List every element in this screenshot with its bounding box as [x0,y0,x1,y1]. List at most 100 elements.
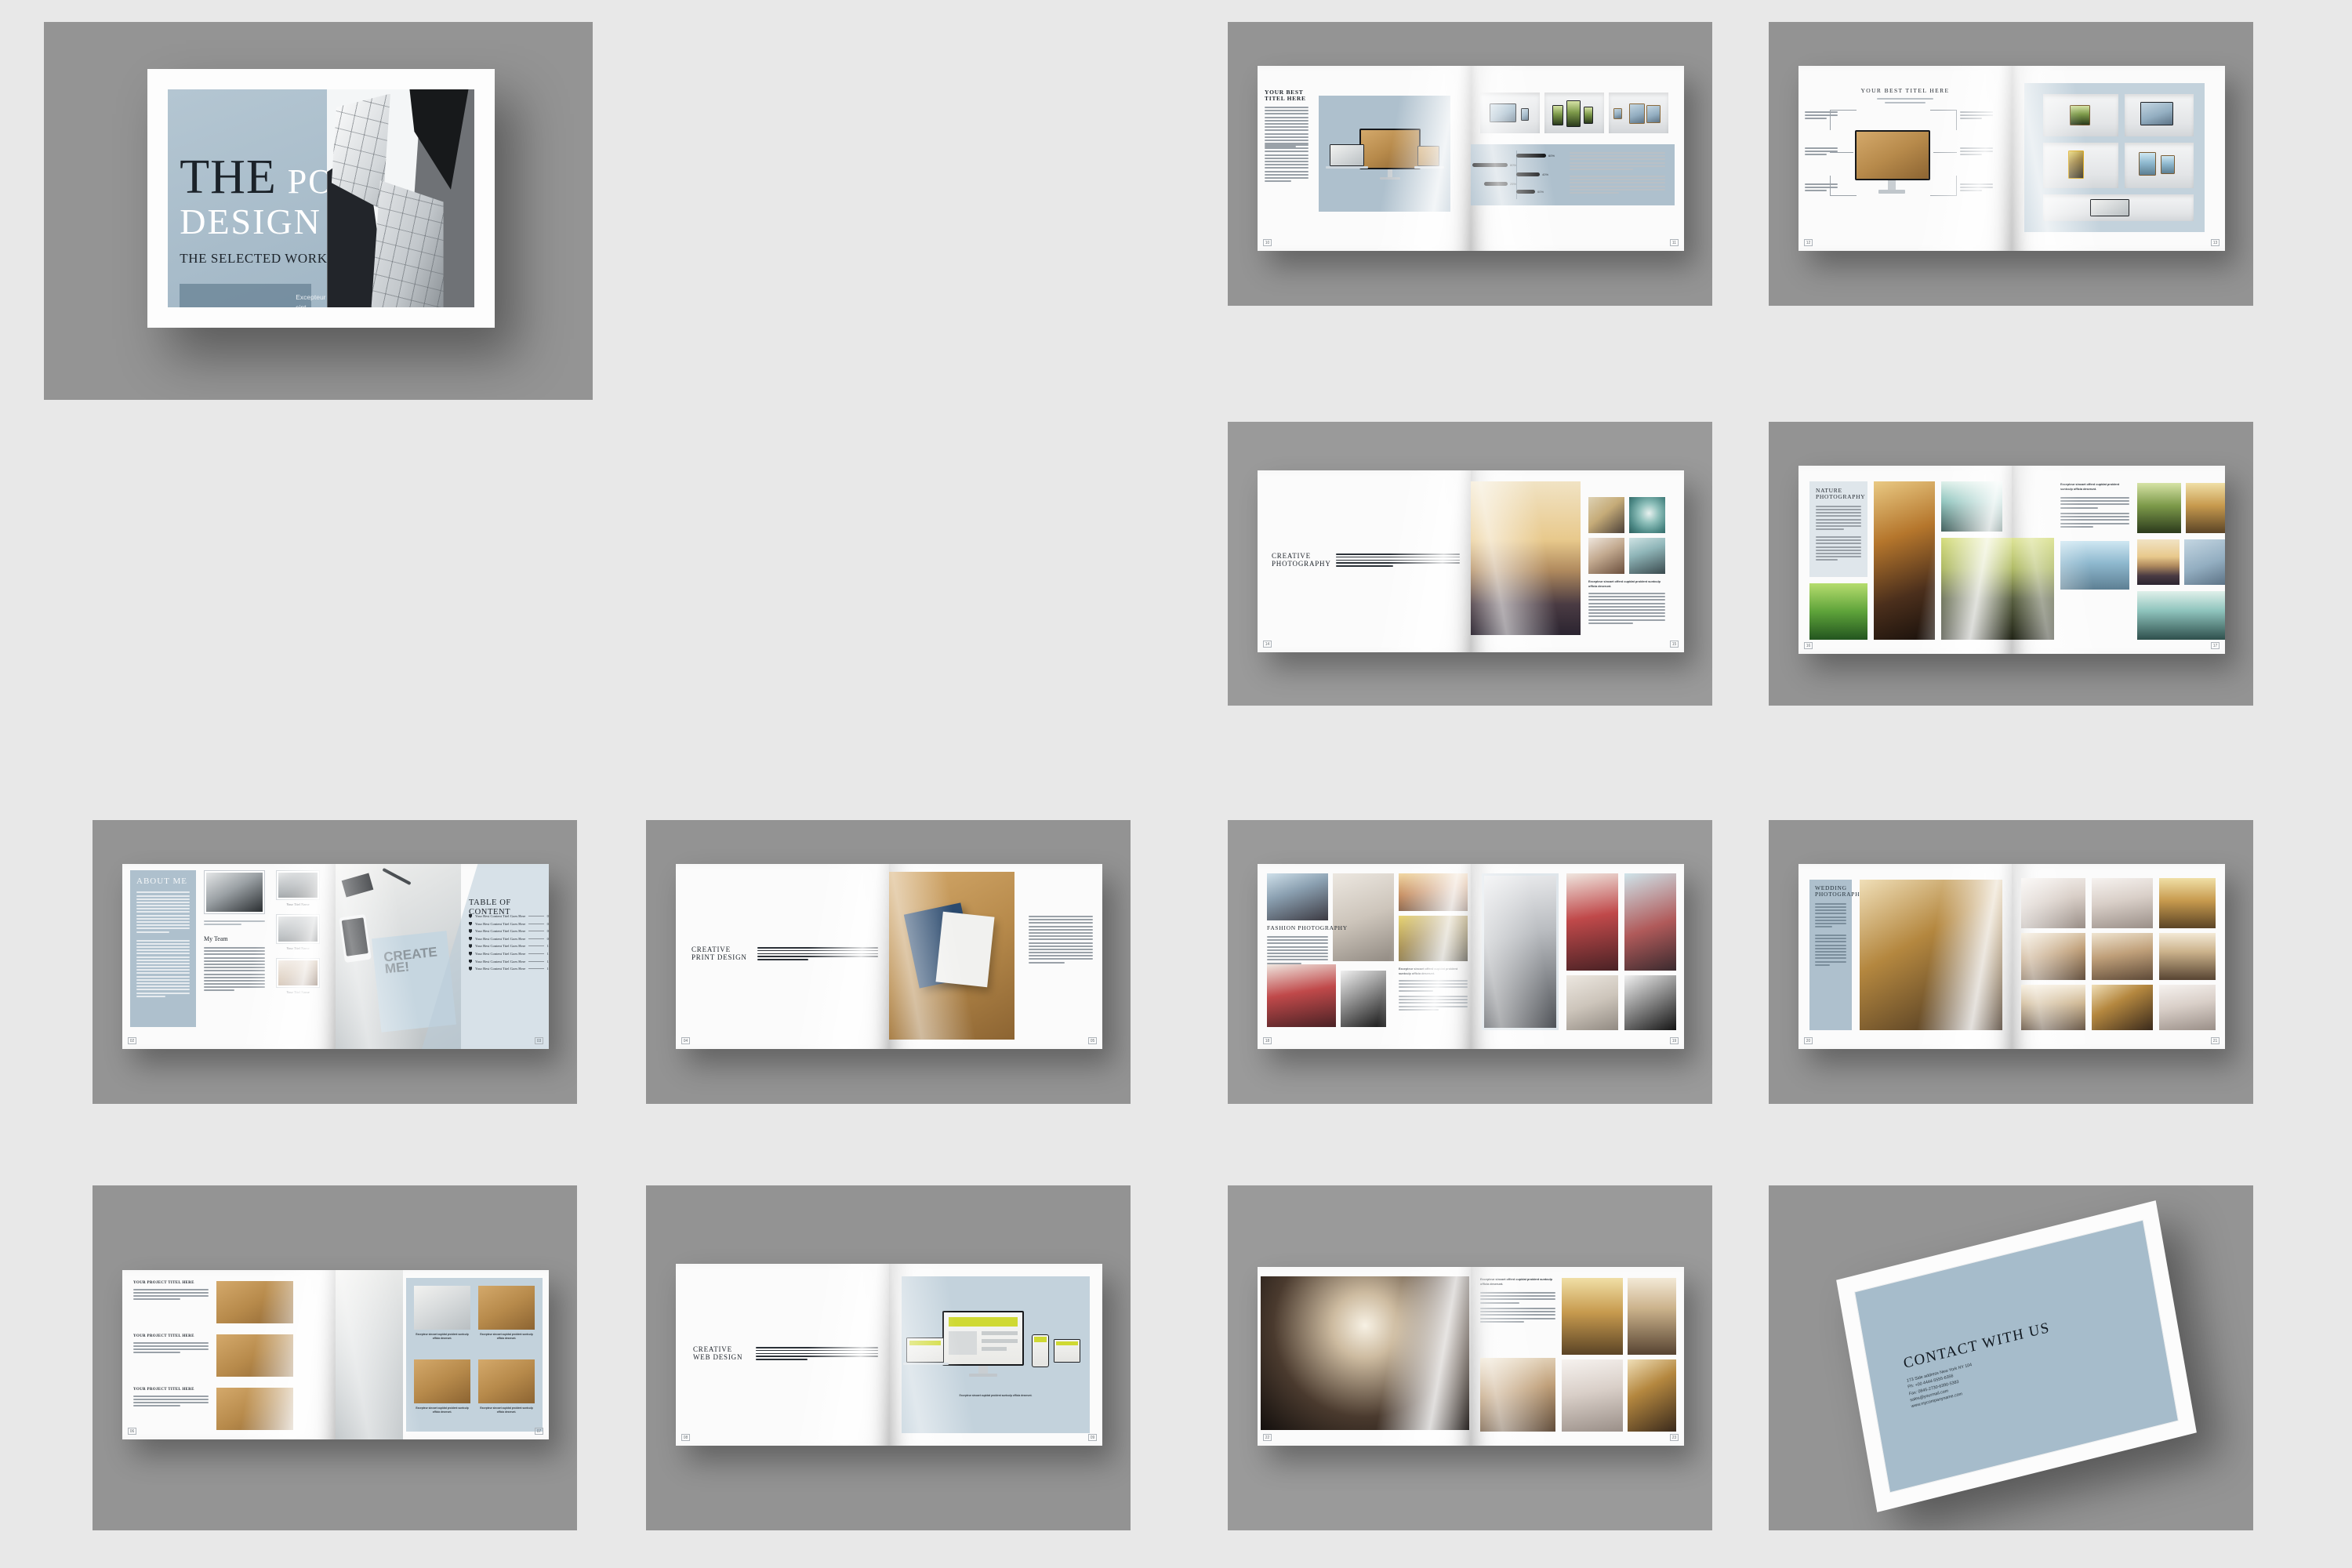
photo-wedding-walk [2159,878,2216,928]
page-number: 07 [535,1428,543,1435]
page-callouts-right: 13 [2012,66,2225,251]
bullet-icon [469,921,472,926]
page-number: 22 [1263,1434,1272,1441]
project-grid-caption: Excepteur sincaet cupidat proident suntc… [416,1406,469,1414]
bullet-icon [469,929,472,934]
display-niche [1609,93,1668,133]
team-member-card [276,914,320,944]
cover-badge-text: Excepteur sint ocaecat cupidat proident … [296,293,326,307]
photo-bride-window [1261,1276,1469,1430]
photo-fashion-red [1566,873,1618,971]
spread-monitor-callouts: YOUR BEST TITEL HERE 12 13 [1798,66,2225,251]
photo-wedding-detail [1562,1359,1623,1432]
page-cp-right: Excepteur sincaet offerd cupidat proiden… [1471,470,1684,652]
photo-hands [1629,538,1665,574]
tablet-mockup [1417,146,1439,166]
device-grid-panel [2024,83,2205,232]
project-grid-photo [478,1359,535,1403]
spread-creative-web: CREATIVE WEB DESIGN 08 Excepteur sincaet… [676,1264,1102,1446]
tile-devices-showcase: YOUR BEST TITEL HERE 10 60% 80% 40% 25% … [1228,22,1712,306]
bar-label: 80% [1509,163,1516,167]
toc-item[interactable]: Your Best Content Titel Goes Here16 [469,967,549,971]
photo-wedding-sunset [1628,1359,1676,1432]
section-title: CREATIVE PRINT DESIGN [691,946,747,962]
page-cp-left: CREATIVE PHOTOGRAPHY 14 [1258,470,1471,652]
photo-wedding-autumn [1562,1278,1623,1355]
photo-wedding-flowers [2021,878,2085,928]
toc-item[interactable]: Your Best Content Titel Goes Here10 [469,944,549,949]
page-number: 14 [1263,641,1272,648]
page-number: 12 [1804,239,1813,246]
toc-item[interactable]: Your Best Content Titel Goes Here08 [469,936,549,941]
photo-forest [2137,483,2181,533]
page-print-left: CREATIVE PRINT DESIGN 04 [676,864,889,1049]
photo-sunset-vista [1471,481,1581,635]
photo-wedding-field [2021,985,2085,1030]
project-grid-photo [414,1286,470,1330]
cover-badge-bar: Excepteur sint ocaecat cupidat proident … [180,284,326,307]
photo-portrait [1588,538,1624,574]
photo-hillside-continued [2012,538,2054,640]
nature-text-panel: NATURE PHOTOGRAPHY [1809,481,1867,577]
cover-building-photo [327,89,474,307]
photo-fashion-mono [1624,975,1676,1030]
photo-wedding-embrace [1480,1358,1555,1432]
laptop-mockup [906,1338,944,1363]
callout-text [1805,147,1838,158]
spread-fashion-photography: FASHION PHOTOGRAPHY Excepteur sincaet of… [1258,864,1684,1049]
photo-wedding-field [1628,1278,1676,1355]
photo-wedding-portrait [2092,985,2153,1030]
bar-label: 40% [1542,172,1549,176]
photo-beach [2060,541,2129,590]
spread-creative-photography: CREATIVE PHOTOGRAPHY 14 Excepteur sincae… [1258,470,1684,652]
spread-project-list: YOUR PROJECT TITEL HERE YOUR PROJECT TIT… [122,1270,549,1439]
project-grid-panel: Excepteur sincaet cupidat proident suntc… [406,1278,543,1432]
callout-text [1960,111,1993,122]
photo-fashion-bw [1341,971,1386,1027]
page-devices-left: YOUR BEST TITEL HERE 10 [1258,66,1471,251]
photo-autumn [2186,483,2225,533]
cover-subtitle: THE SELECTED WORK OF CALVIN SHEERAN [180,251,473,267]
cover-artwork: THEPORTFOLIO DESIGN2016 THE SELECTED WOR… [168,89,474,307]
page-number: 11 [1670,239,1679,246]
project-grid-caption: Excepteur sincaet cupidat proident suntc… [416,1333,469,1340]
imac-mockup [1855,130,1930,180]
toc-item[interactable]: Your Best Content Titel Goes Here02 [469,914,549,918]
tile-creative-print-design: CREATIVE PRINT DESIGN 04 05 [646,820,1131,1104]
photo-wedding-couple [2021,933,2085,980]
contact-fax: Fax: 0845-2730-6390-5383 [1908,1379,1959,1397]
tile-fashion-photography: FASHION PHOTOGRAPHY Excepteur sincaet of… [1228,820,1712,1104]
tile-creative-photography: CREATIVE PHOTOGRAPHY 14 Excepteur sincae… [1228,422,1712,706]
toc-item[interactable]: Your Best Content Titel Goes Here04 [469,921,549,926]
page-projects-right: Excepteur sincaet cupidat proident suntc… [336,1270,549,1439]
project-title: YOUR PROJECT TITEL HERE [133,1281,194,1285]
photo-author-portrait [206,873,263,912]
bullet-icon [469,914,472,918]
page-print-right: 05 [889,864,1102,1049]
photo-caption-heading: Excepteur sincaet offerd cupidat proiden… [1480,1278,1552,1286]
team-member-card [276,870,320,900]
bar-label: 60% [1537,190,1544,194]
page-gallery-right: Excepteur sincaet offerd cupidat proiden… [1471,1267,1684,1446]
device-scene [1319,96,1450,212]
section-title: CREATIVE PHOTOGRAPHY [1272,552,1331,568]
tile-project-list: YOUR PROJECT TITEL HERE YOUR PROJECT TIT… [93,1185,577,1530]
toc-item[interactable]: Your Best Content Titel Goes Here14 [469,959,549,964]
spread-devices-showcase: YOUR BEST TITEL HERE 10 60% 80% 40% 25% … [1258,66,1684,251]
project-thumbnail [216,1388,293,1430]
team-member-name: Your Titel Name [286,990,310,994]
tile-wedding-photography: WEDDING PHOTOGRAPHY 20 21 [1769,820,2253,1104]
toc-item[interactable]: Your Best Content Titel Goes Here12 [469,951,549,956]
photo-guitar [1588,497,1624,533]
cover-design: DESIGN [180,201,321,242]
page-number: 16 [1804,642,1813,649]
spread-about-me: ABOUT ME My Team Your Titel Name Your Ti… [122,864,549,1049]
project-grid-caption: Excepteur sincaet cupidat proident suntc… [480,1406,533,1414]
photo-caption-heading: Excepteur sincaet offerd cupidat proiden… [1588,580,1661,588]
project-title: YOUR PROJECT TITEL HERE [133,1388,194,1392]
spread-creative-print: CREATIVE PRINT DESIGN 04 05 [676,864,1102,1049]
photo-fashion-pose [1566,975,1618,1030]
toc-item[interactable]: Your Best Content Titel Goes Here06 [469,929,549,934]
photo-wedding-hands [2159,933,2216,980]
stats-band: 60% 80% 40% 25% 60% [1471,144,1675,205]
